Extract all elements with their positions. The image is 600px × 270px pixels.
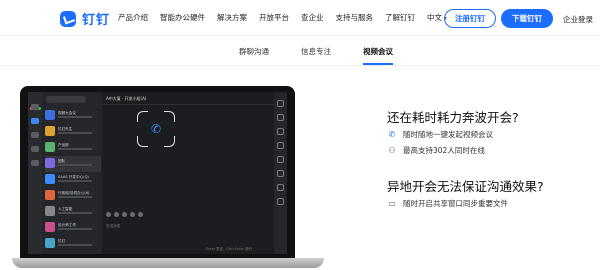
list-item: SAAS 开发中心(Q)	[45, 172, 101, 188]
list-item: 产品部	[45, 140, 101, 156]
list-item: 视频大会议	[45, 108, 101, 124]
enterprise-login-link[interactable]: 企业登录	[563, 14, 593, 25]
monitor-icon: ▭	[388, 199, 396, 208]
laptop-base	[12, 258, 324, 268]
list-item: 团队	[45, 156, 101, 172]
feature-point: ▭ 随时开启共享窗口同步重要文件	[388, 199, 508, 208]
tab-group-chat[interactable]: 群聊沟通	[239, 46, 269, 57]
register-button[interactable]: 注册钉钉	[444, 9, 496, 28]
feature-tabs: 群聊沟通 信息专注 视频会议	[0, 36, 600, 66]
tab-focus[interactable]: 信息专注	[301, 46, 331, 57]
chat-side-tools	[274, 92, 287, 254]
chat-input-hint: 发送消息	[106, 224, 121, 228]
list-item: 钉钉	[45, 236, 101, 252]
conversation-list: 视频大会议 钉钉先生 产品部 团队 SAAS 开发中心(Q) 行政组/协同办公(…	[42, 92, 102, 254]
feature-title: 异地开会无法保证沟通效果?	[387, 179, 544, 194]
video-call-highlight: ✆	[137, 111, 175, 147]
list-item: 钉钉先生	[45, 124, 101, 140]
app-search-input	[46, 96, 86, 103]
list-item: 设计师工作	[45, 220, 101, 236]
list-item: 行政组/协同办公(6)	[45, 188, 101, 204]
dingtalk-logo-icon	[60, 10, 76, 27]
download-button[interactable]: 下载钉钉	[501, 9, 553, 28]
chat-toolbar	[106, 212, 146, 217]
menu-item-solutions[interactable]: 解决方案	[217, 12, 247, 23]
feature-point: ✆ 随时随地一键发起视频会议	[388, 130, 493, 139]
chat-panel: A中大厦 · 开发小组(A) 发送消息 Enter 发送，Ctrl+Enter …	[102, 92, 274, 254]
feature-point: ⚇ 最高支持302人同时在线	[388, 146, 485, 155]
menu-item-support[interactable]: 支持与服务	[336, 12, 374, 23]
people-icon: ⚇	[388, 146, 396, 155]
list-item: 人工智能	[45, 204, 101, 220]
main-menu: 产品介绍 智能办公硬件 解决方案 开放平台 查企业 支持与服务 了解钉钉 中文	[118, 12, 459, 23]
feature-block-remote: 异地开会无法保证沟通效果? ▭ 随时开启共享窗口同步重要文件	[387, 176, 544, 208]
phone-icon: ✆	[388, 130, 396, 139]
feature-title: 还在耗时耗力奔波开会?	[387, 110, 519, 125]
top-nav: 钉钉 产品介绍 智能办公硬件 解决方案 开放平台 查企业 支持与服务 了解钉钉 …	[0, 0, 600, 36]
app-icon-rail	[28, 92, 42, 254]
chat-title: A中大厦 · 开发小组(A)	[106, 96, 147, 101]
menu-item-products[interactable]: 产品介绍	[118, 12, 148, 23]
feature-block-meeting: 还在耗时耗力奔波开会? ✆ 随时随地一键发起视频会议 ⚇ 最高支持302人同时在…	[387, 107, 519, 155]
menu-item-hardware[interactable]: 智能办公硬件	[160, 12, 205, 23]
tab-video-meeting[interactable]: 视频会议	[363, 46, 393, 65]
brand-logo[interactable]: 钉钉	[60, 9, 110, 28]
send-hint: Enter 发送，Ctrl+Enter 换行	[206, 247, 253, 251]
phone-icon: ✆	[151, 122, 162, 136]
brand-name: 钉钉	[82, 13, 111, 28]
menu-item-about[interactable]: 了解钉钉	[385, 12, 415, 23]
menu-item-open-platform[interactable]: 开放平台	[259, 12, 289, 23]
menu-item-company-search[interactable]: 查企业	[301, 12, 324, 23]
